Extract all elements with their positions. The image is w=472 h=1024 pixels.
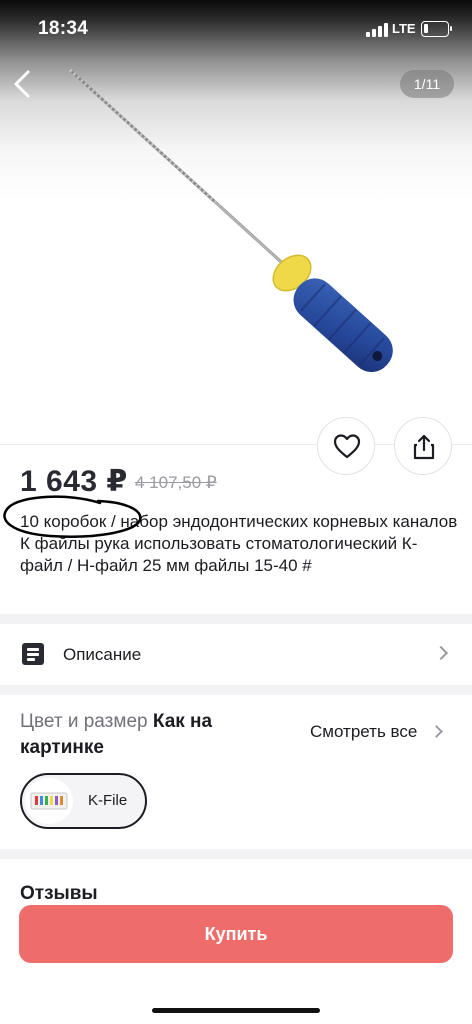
product-image (68, 68, 393, 373)
reviews-title: Отзывы (20, 883, 98, 904)
document-icon (22, 643, 44, 665)
see-all-link[interactable]: Смотреть все (310, 722, 417, 742)
back-button[interactable] (6, 64, 40, 104)
chevron-right-icon (433, 645, 449, 661)
battery-icon (421, 21, 452, 37)
share-button[interactable] (394, 417, 452, 475)
network-type: LTE (392, 21, 416, 36)
section-separator (0, 685, 472, 695)
share-icon (413, 434, 435, 460)
chevron-left-icon (14, 70, 30, 98)
status-bar: 18:34 LTE (0, 0, 472, 60)
description-row[interactable]: Описание (0, 624, 472, 685)
product-gallery[interactable]: 1/11 (0, 0, 472, 444)
old-price: 4 107,50 ₽ (135, 473, 217, 492)
image-counter: 1/11 (400, 70, 454, 98)
chevron-right-icon (430, 725, 443, 738)
heart-icon (333, 434, 361, 459)
color-size-label: Цвет и размер (20, 711, 148, 732)
product-price: 1 643 ₽ (20, 465, 128, 498)
product-title: 10 коробок / набор эндодонтических корне… (20, 512, 458, 575)
color-size-section: Цвет и размер Как на картинке Смотреть в… (0, 695, 472, 849)
color-size-title: Цвет и размер Как на картинке (20, 709, 240, 761)
variant-option[interactable]: K-File (20, 773, 147, 829)
signal-icon (366, 23, 388, 37)
status-time: 18:34 (38, 18, 89, 39)
buy-button[interactable]: Купить (19, 905, 453, 963)
section-separator (0, 614, 472, 624)
variant-thumbnail (25, 778, 73, 824)
section-separator (0, 849, 472, 859)
favorite-button[interactable] (317, 417, 375, 475)
variant-label: K-File (88, 792, 128, 809)
battery-level (424, 24, 428, 33)
home-indicator (152, 1008, 320, 1013)
description-label: Описание (63, 645, 142, 664)
